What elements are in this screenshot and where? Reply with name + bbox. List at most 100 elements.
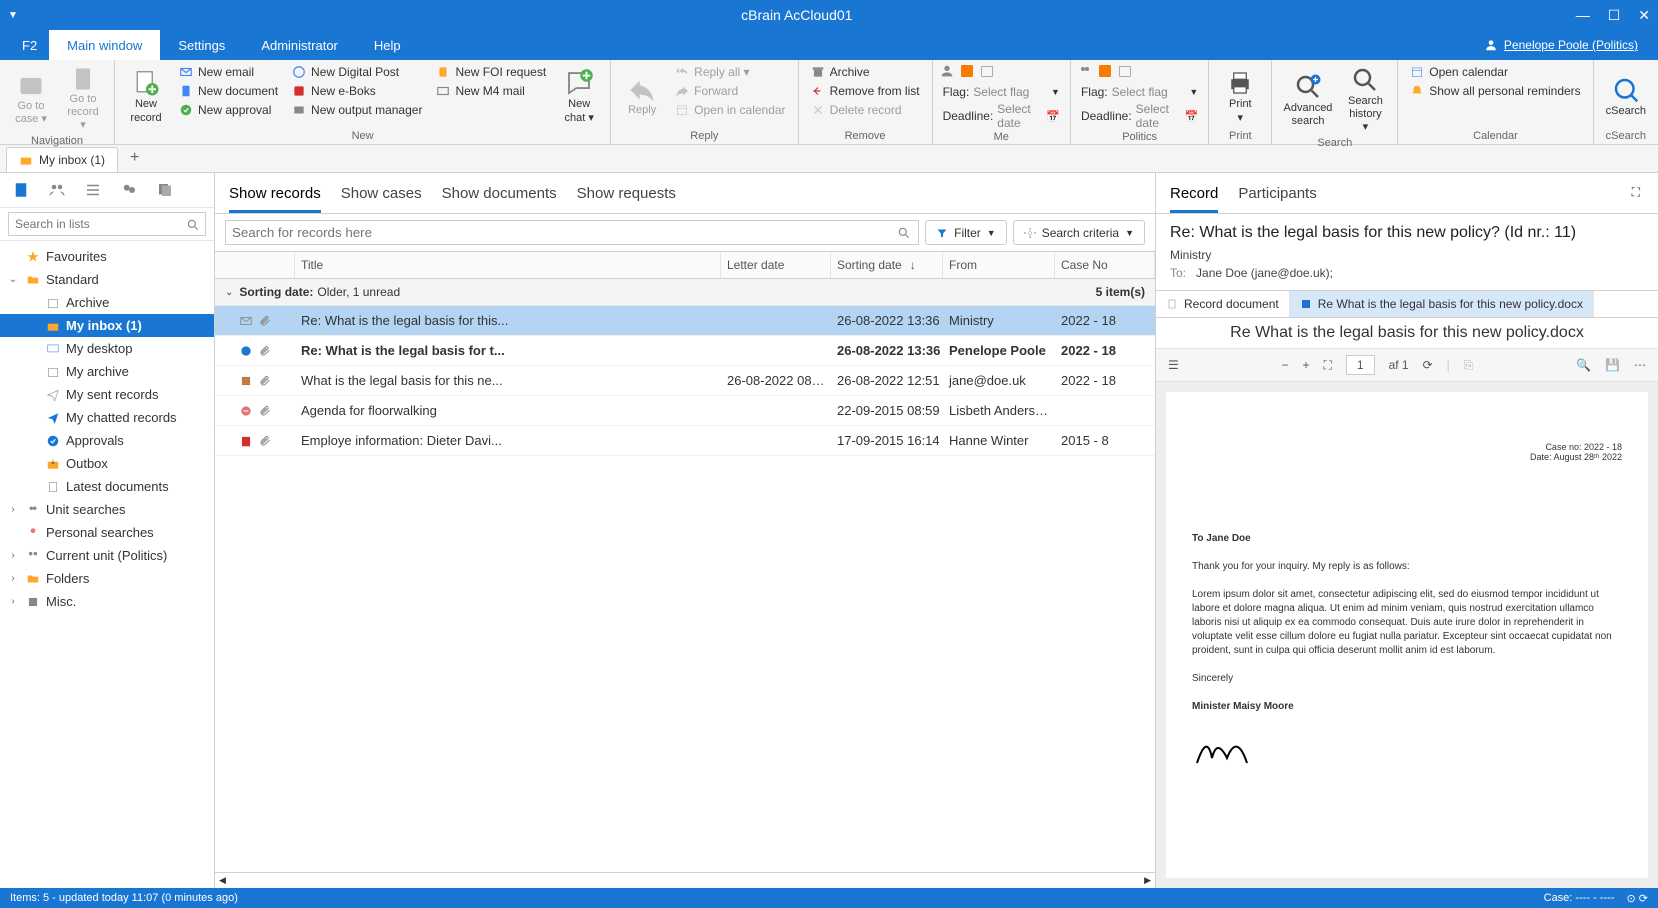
more-icon[interactable]: ⋯ (1634, 358, 1646, 372)
close-button[interactable]: ✕ (1638, 7, 1650, 24)
sidebar-item-my-inbox[interactable]: My inbox (1) (0, 314, 214, 337)
new-eboks-button[interactable]: New e-Boks (286, 82, 428, 100)
open-calendar-button[interactable]: Open in calendar (669, 101, 791, 119)
new-foi-button[interactable]: New FOI request (430, 63, 552, 81)
new-email-button[interactable]: New email (173, 63, 284, 81)
user-badge[interactable]: Penelope Poole (Politics) (1484, 30, 1658, 60)
new-digital-post-button[interactable]: New Digital Post (286, 63, 428, 81)
sidebar-item-outbox[interactable]: Outbox (0, 452, 214, 475)
tab-participants[interactable]: Participants (1238, 181, 1316, 213)
view-mode-stack-icon[interactable] (156, 181, 174, 199)
menu-settings[interactable]: Settings (160, 30, 243, 60)
expand-icon[interactable]: ⛶ (1628, 181, 1644, 213)
sidebar-item-folders[interactable]: ›Folders (0, 567, 214, 590)
minimize-button[interactable]: — (1576, 7, 1590, 24)
delete-record-button[interactable]: Delete record (805, 101, 926, 119)
new-approval-button[interactable]: New approval (173, 101, 284, 119)
fit-icon[interactable]: ⛶ (1324, 358, 1332, 373)
table-row[interactable]: Re: What is the legal basis for t...26-0… (215, 336, 1155, 366)
search-criteria-button[interactable]: Search criteria▼ (1013, 220, 1145, 245)
new-m4-button[interactable]: New M4 mail (430, 82, 552, 100)
search-doc-icon[interactable]: 🔍 (1576, 358, 1591, 372)
save-icon[interactable]: 💾 (1605, 358, 1620, 372)
rotate-icon[interactable]: ⟳ (1423, 358, 1433, 372)
doctab-attachment[interactable]: Re What is the legal basis for this new … (1290, 291, 1594, 317)
reply-button[interactable]: Reply (617, 63, 667, 130)
col-from[interactable]: From (943, 252, 1055, 278)
tab-show-requests[interactable]: Show requests (577, 181, 676, 213)
search-history-button[interactable]: Search history ▾ (1340, 63, 1392, 137)
sidebar-item-sent[interactable]: My sent records (0, 383, 214, 406)
tab-show-documents[interactable]: Show documents (442, 181, 557, 213)
sidebar-item-current-unit[interactable]: ›Current unit (Politics) (0, 544, 214, 567)
search-records-input[interactable] (225, 220, 919, 245)
open-calendar-button[interactable]: Open calendar (1404, 63, 1586, 81)
view-mode-group-icon[interactable] (120, 181, 138, 199)
table-row[interactable]: What is the legal basis for this ne...26… (215, 366, 1155, 396)
archive-button[interactable]: Archive (805, 63, 926, 81)
csearch-button[interactable]: cSearch (1600, 63, 1652, 130)
sidebar-item-archive[interactable]: Archive (0, 291, 214, 314)
politics-flag-row[interactable]: Flag:Select flag▼ (1077, 84, 1202, 100)
table-row[interactable]: Re: What is the legal basis for this...2… (215, 306, 1155, 336)
menu-main-window[interactable]: Main window (49, 30, 160, 60)
col-title[interactable]: Title (295, 252, 721, 278)
add-tab-button[interactable]: + (118, 144, 151, 172)
col-case-no[interactable]: Case No (1055, 252, 1155, 278)
tab-show-cases[interactable]: Show cases (341, 181, 422, 213)
horizontal-scrollbar[interactable]: ◀▶ (215, 872, 1155, 888)
show-reminders-button[interactable]: Show all personal reminders (1404, 82, 1586, 100)
col-letter-date[interactable]: Letter date (721, 252, 831, 278)
go-to-case-button[interactable]: Go to case ▾ (6, 63, 56, 135)
status-icon[interactable]: ⊙ ⟳ (1627, 892, 1649, 905)
filter-button[interactable]: Filter▼ (925, 220, 1007, 245)
sidebar-item-personal-searches[interactable]: Personal searches (0, 521, 214, 544)
new-chat-button[interactable]: New chat ▾ (554, 63, 604, 130)
sidebar-item-favourites[interactable]: Favourites (0, 245, 214, 268)
forward-button[interactable]: Forward (669, 82, 791, 100)
sidebar-item-desktop[interactable]: My desktop (0, 337, 214, 360)
new-output-manager-button[interactable]: New output manager (286, 101, 428, 119)
advanced-search-button[interactable]: Advanced search (1278, 63, 1337, 137)
sidebar-item-approvals[interactable]: Approvals (0, 429, 214, 452)
sidebar-item-standard[interactable]: ⌄Standard (0, 268, 214, 291)
me-flag-row[interactable]: Flag:Select flag▼ (939, 84, 1064, 100)
sidebar-item-misc[interactable]: ›Misc. (0, 590, 214, 613)
me-deadline-row[interactable]: Deadline:Select date📅 (939, 101, 1064, 131)
sidebar-item-latest[interactable]: Latest documents (0, 475, 214, 498)
qat-dropdown-icon[interactable]: ▼ (8, 10, 18, 21)
tab-record[interactable]: Record (1170, 181, 1218, 213)
menu-administrator[interactable]: Administrator (243, 30, 356, 60)
new-document-button[interactable]: New document (173, 82, 284, 100)
group-header[interactable]: ⌄ Sorting date: Older, 1 unread 5 item(s… (215, 279, 1155, 306)
date-toggle-icon[interactable] (1117, 63, 1133, 79)
view-mode-list-icon[interactable] (84, 181, 102, 199)
sidebar-item-chatted[interactable]: My chatted records (0, 406, 214, 429)
view-mode-records-icon[interactable] (12, 181, 30, 199)
new-record-button[interactable]: New record (121, 63, 171, 130)
zoom-in-button[interactable]: + (1302, 358, 1309, 372)
reply-all-button[interactable]: Reply all ▾ (669, 63, 791, 81)
flag-toggle-icon[interactable] (959, 63, 975, 79)
copy-icon[interactable]: ⎘ (1464, 358, 1474, 373)
sidebar-item-unit-searches[interactable]: ›Unit searches (0, 498, 214, 521)
search-lists-input[interactable] (8, 212, 206, 236)
col-sorting-date[interactable]: Sorting date↓ (831, 252, 943, 278)
maximize-button[interactable]: ☐ (1608, 7, 1621, 24)
remove-from-list-button[interactable]: Remove from list (805, 82, 926, 100)
zoom-out-button[interactable]: − (1281, 358, 1288, 372)
doctab-record-document[interactable]: Record document (1156, 291, 1290, 317)
toc-icon[interactable]: ☰ (1168, 358, 1179, 372)
tab-my-inbox[interactable]: My inbox (1) (6, 147, 118, 172)
flag-toggle-icon[interactable] (1097, 63, 1113, 79)
menu-f2[interactable]: F2 (10, 30, 49, 60)
menu-help[interactable]: Help (356, 30, 419, 60)
date-toggle-icon[interactable] (979, 63, 995, 79)
page-number-input[interactable]: 1 (1346, 355, 1375, 375)
table-row[interactable]: Employe information: Dieter Davi...17-09… (215, 426, 1155, 456)
view-mode-people-icon[interactable] (48, 181, 66, 199)
table-row[interactable]: Agenda for floorwalking22-09-2015 08:59L… (215, 396, 1155, 426)
politics-deadline-row[interactable]: Deadline:Select date📅 (1077, 101, 1202, 131)
print-button[interactable]: Print ▾ (1215, 63, 1265, 130)
go-to-record-button[interactable]: Go to record ▾ (58, 63, 108, 135)
